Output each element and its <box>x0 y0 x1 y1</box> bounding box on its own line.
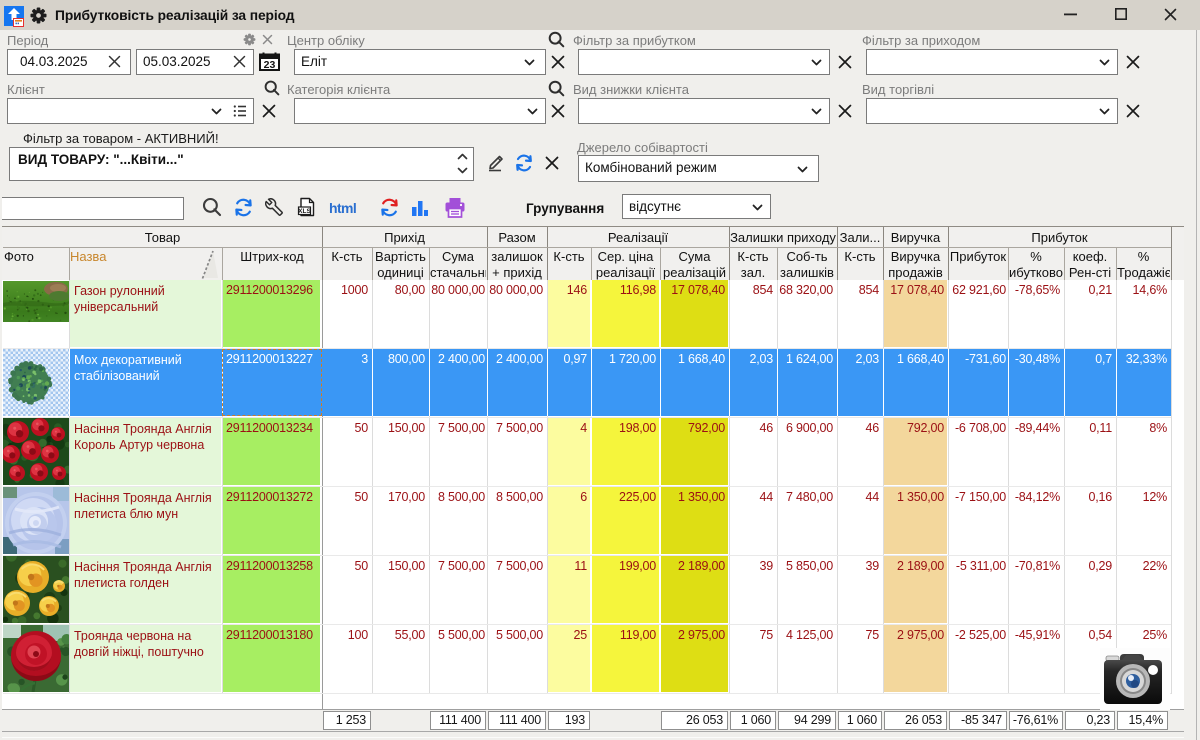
svg-text:XLS: XLS <box>298 208 311 215</box>
svg-text:23: 23 <box>264 59 276 71</box>
